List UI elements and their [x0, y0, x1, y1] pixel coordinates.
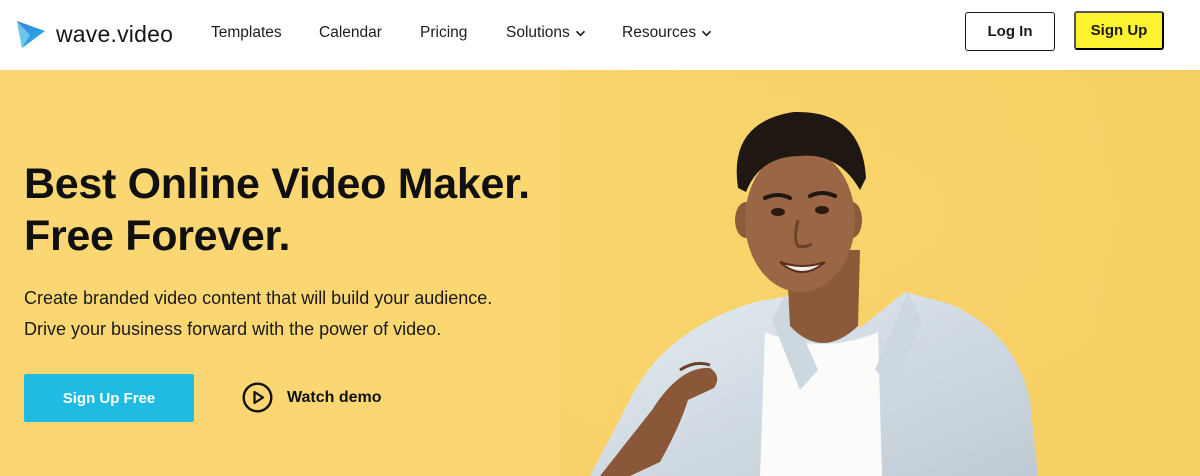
play-circle-icon	[242, 382, 273, 413]
chevron-down-icon	[575, 30, 585, 36]
hero-subtitle: Create branded video content that will b…	[24, 283, 492, 345]
hero-title-line-1: Best Online Video Maker.	[24, 160, 530, 208]
top-navbar: wave.video Templates Calendar Pricing So…	[0, 0, 1200, 70]
nav-pricing-label: Pricing	[420, 24, 468, 41]
brand-logo-link[interactable]: wave.video	[14, 17, 173, 51]
hero-section: Best Online Video Maker. Free Forever. C…	[0, 70, 1200, 476]
hero-person-image	[560, 70, 1200, 476]
nav-solutions-label: Solutions	[506, 24, 570, 41]
nav-templates-label: Templates	[211, 24, 282, 41]
wave-video-logo-icon	[17, 21, 45, 48]
chevron-down-icon	[702, 30, 711, 36]
signup-button[interactable]: Sign Up	[1074, 11, 1164, 50]
nav-resources-dropdown[interactable]: Resources	[622, 24, 712, 42]
nav-calendar[interactable]: Calendar	[319, 24, 382, 42]
login-button[interactable]: Log In	[965, 12, 1055, 51]
nav-templates[interactable]: Templates	[211, 24, 282, 42]
hero-subtitle-line-2: Drive your business forward with the pow…	[24, 319, 442, 339]
nav-calendar-label: Calendar	[319, 24, 382, 41]
brand-name: wave.video	[56, 20, 174, 47]
hero-subtitle-line-1: Create branded video content that will b…	[24, 288, 493, 308]
hero-title-line-2: Free Forever.	[24, 212, 291, 260]
nav-solutions-dropdown[interactable]: Solutions	[506, 24, 586, 42]
hero-title: Best Online Video Maker. Free Forever.	[24, 158, 530, 262]
signup-free-button[interactable]: Sign Up Free	[24, 374, 194, 422]
nav-resources-label: Resources	[622, 24, 697, 41]
watch-demo-link[interactable]: Watch demo	[242, 382, 382, 413]
nav-pricing[interactable]: Pricing	[420, 24, 467, 42]
watch-demo-label: Watch demo	[287, 388, 382, 406]
